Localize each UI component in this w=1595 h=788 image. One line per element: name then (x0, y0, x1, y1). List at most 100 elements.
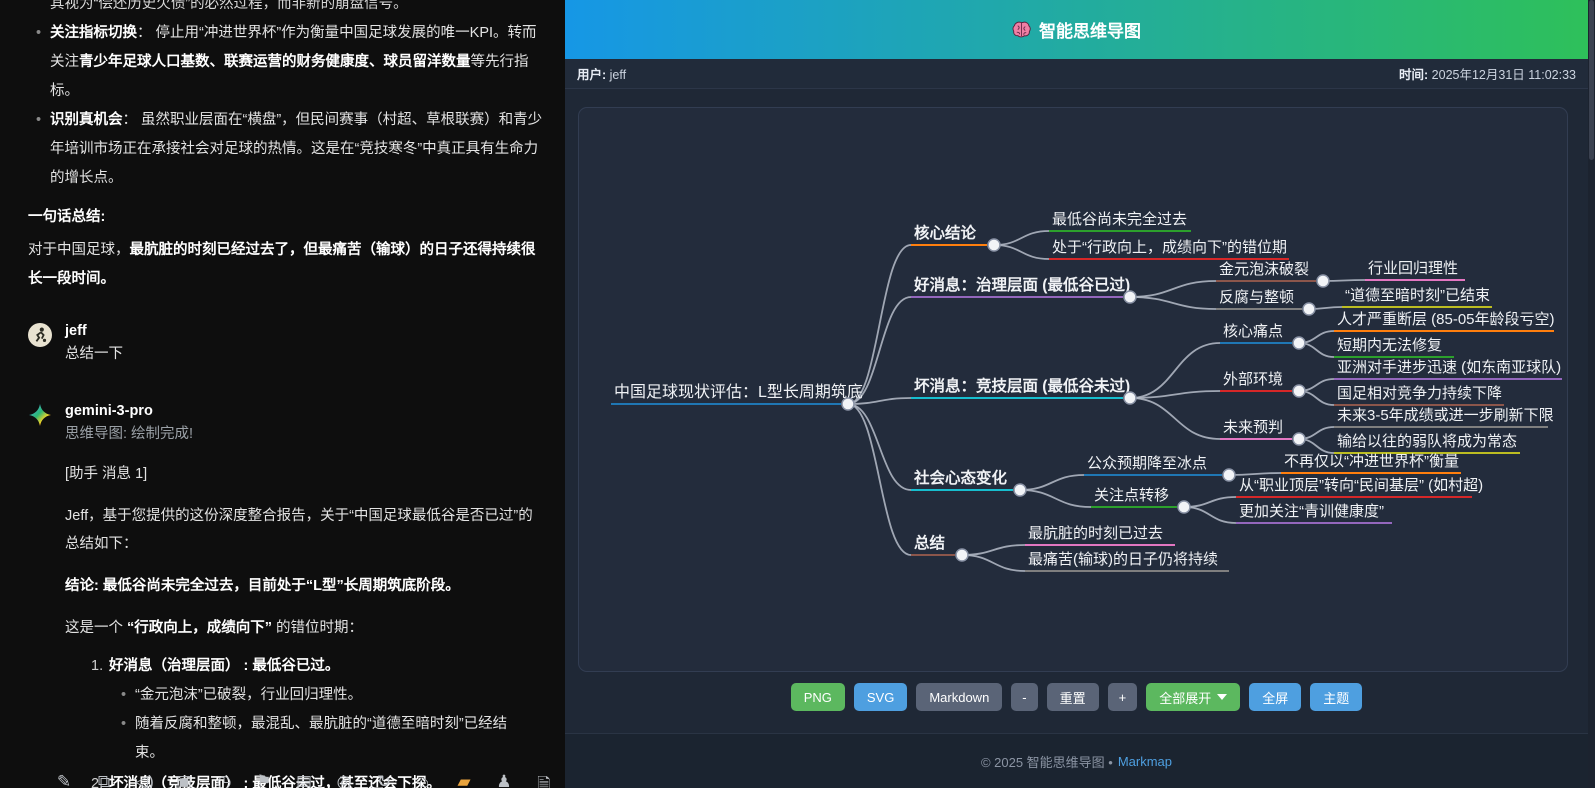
list-item: •随着反腐和整顿，最混乱、最肮脏的“道德至暗时刻”已经结束。 (109, 710, 535, 768)
image-icon[interactable]: ▣ (175, 772, 193, 788)
mindmap-node[interactable]: 总结 (911, 533, 968, 561)
mindmap-collapse-circle[interactable] (1124, 392, 1136, 404)
mindmap-node[interactable]: 最低谷尚未完全过去 (1049, 210, 1191, 231)
app-header: 智能思维导图 (565, 0, 1588, 59)
mindmap-link (848, 404, 911, 555)
mindmap-collapse-circle[interactable] (988, 239, 1000, 251)
zoom-out-button[interactable]: - (1011, 683, 1037, 711)
refresh-icon[interactable]: ↻ (375, 772, 393, 788)
mindmap-node[interactable]: 短期内无法修复 (1334, 336, 1454, 357)
mindmap-node[interactable]: 亚洲对手进步迅速 (如东南亚球队) (1334, 359, 1562, 379)
mindmap-collapse-circle[interactable] (1014, 484, 1026, 496)
fullscreen-button[interactable]: 全屏 (1249, 683, 1301, 711)
clock-icon[interactable]: ◷ (215, 772, 233, 788)
mindmap-collapse-circle[interactable] (1293, 433, 1305, 445)
mindmap-node-label[interactable]: 更加关注“青训健康度” (1239, 503, 1384, 520)
mindmap-node-label[interactable]: 社会心态变化 (913, 468, 1008, 487)
mindmap-node[interactable]: 最痛苦(输球)的日子仍将持续 (1025, 551, 1229, 571)
mindmap-node[interactable]: 最肮脏的时刻已过去 (1025, 525, 1175, 545)
mindmap-node-label[interactable]: 最肮脏的时刻已过去 (1028, 525, 1163, 542)
mindmap-node[interactable]: 坏消息：竞技层面 (最低谷未过) (911, 376, 1136, 404)
mindmap-node[interactable]: 核心结论 (911, 223, 1000, 251)
mindmap-node[interactable]: 未来预判 (1220, 419, 1305, 445)
mindmap-node[interactable]: 处于“行政向上，成绩向下”的错位期 (1049, 239, 1289, 259)
export-png-button[interactable]: PNG (791, 683, 845, 711)
mindmap-node-label[interactable]: 亚洲对手进步迅速 (如东南亚球队) (1337, 359, 1561, 376)
mindmap-collapse-circle[interactable] (1303, 303, 1315, 315)
mindmap-node[interactable]: 反腐与整顿 (1216, 288, 1315, 315)
mindmap-node-label[interactable]: 输给以往的弱队将成为常态 (1337, 433, 1517, 450)
mindmap-collapse-circle[interactable] (1293, 385, 1305, 397)
mindmap-canvas[interactable]: 中国足球现状评估：L型长周期筑底 核心结论好消息：治理层面 (最低谷已过) 坏消息：… (578, 107, 1568, 672)
mindmap-collapse-circle[interactable] (842, 398, 854, 410)
mindmap-node[interactable]: 未来3-5年成绩或进一步刷新下限 (1334, 407, 1554, 427)
scrollbar-thumb[interactable] (1589, 0, 1594, 160)
speaker-icon[interactable]: ◁) (135, 772, 153, 788)
mindmap-collapse-circle[interactable] (1293, 337, 1305, 349)
mindmap-node[interactable]: 社会心态变化 (911, 468, 1026, 496)
mindmap-node-label[interactable]: 未来预判 (1223, 419, 1283, 436)
mindmap-node[interactable]: 中国足球现状评估：L型长周期筑底 (611, 383, 863, 410)
mindmap-collapse-circle[interactable] (1223, 469, 1235, 481)
mindmap-node[interactable]: 好消息：治理层面 (最低谷已过) (911, 275, 1136, 303)
mindmap-node-label[interactable]: 最痛苦(输球)的日子仍将持续 (1028, 551, 1218, 568)
mindmap-node-label[interactable]: 好消息：治理层面 (最低谷已过) (913, 275, 1130, 294)
mindmap-node-label[interactable]: 金元泡沫破裂 (1219, 261, 1309, 278)
save-icon[interactable]: ▤ (295, 772, 313, 788)
mindmap-node-label[interactable]: 行业回归理性 (1368, 260, 1458, 277)
mindmap-node[interactable]: 国足相对竞争力持续下降 (1334, 384, 1504, 405)
page-scrollbar[interactable] (1588, 0, 1595, 788)
mindmap-node-label[interactable]: 最低谷尚未完全过去 (1052, 210, 1187, 228)
mindmap-node-label[interactable]: 公众预期降至冰点 (1087, 455, 1207, 472)
user-avatar[interactable] (28, 323, 52, 347)
markmap-link[interactable]: Markmap (1118, 754, 1172, 769)
mindmap-node-label[interactable]: 核心结论 (914, 223, 977, 242)
zoom-in-button[interactable]: + (1108, 683, 1138, 711)
mindmap-node-label[interactable]: 不再仅以“冲进世界杯”衡量 (1284, 453, 1459, 470)
mindmap-node-label[interactable]: 反腐与整顿 (1219, 288, 1294, 306)
mindmap-node[interactable]: 人才严重断层 (85-05年龄段亏空) (1334, 311, 1555, 331)
mindmap-node-label[interactable]: 坏消息：竞技层面 (最低谷未过) (914, 376, 1130, 395)
mindmap-node[interactable]: 公众预期降至冰点 (1084, 455, 1235, 481)
mindmap-node[interactable]: 输给以往的弱队将成为常态 (1334, 433, 1520, 453)
mindmap-node-label[interactable]: 未来3-5年成绩或进一步刷新下限 (1337, 407, 1554, 424)
mindmap-node[interactable]: 金元泡沫破裂 (1216, 261, 1329, 287)
mindmap-node[interactable]: 关注点转移 (1091, 487, 1190, 513)
mindmap-node-label[interactable]: 总结 (914, 533, 945, 552)
assistant-name: gemini-3-pro (65, 400, 535, 422)
school-icon[interactable]: ⌂ (415, 772, 433, 788)
flag-icon[interactable]: ⚑ (255, 772, 273, 788)
mindmap-collapse-circle[interactable] (956, 549, 968, 561)
mindmap-node-label[interactable]: 外部环境 (1223, 370, 1283, 388)
expand-all-button[interactable]: 全部展开 (1146, 683, 1240, 711)
mindmap-node-label[interactable]: 核心痛点 (1223, 323, 1283, 340)
file-icon[interactable]: 🗎 (535, 772, 553, 788)
theme-button[interactable]: 主题 (1310, 683, 1362, 711)
mindmap-collapse-circle[interactable] (1124, 291, 1136, 303)
mindmap-node-label[interactable]: 中国足球现状评估：L型长周期筑底 (614, 383, 863, 401)
mindmap-node-label[interactable]: 处于“行政向上，成绩向下”的错位期 (1052, 239, 1287, 256)
mindmap-collapse-circle[interactable] (1317, 275, 1329, 287)
mindmap-node-label[interactable]: 从“职业顶层”转向“民间基层” (如村超) (1239, 477, 1483, 494)
info-icon[interactable]: ◎ (335, 772, 353, 788)
mindmap-node[interactable]: “道德至暗时刻”已结束 (1342, 286, 1492, 307)
edit-icon[interactable]: ✎ (55, 772, 73, 788)
mindmap-collapse-circle[interactable] (1178, 501, 1190, 513)
mindmap-node-label[interactable]: 人才严重断层 (85-05年龄段亏空) (1337, 311, 1555, 328)
mindmap-node[interactable]: 行业回归理性 (1365, 260, 1465, 280)
export-svg-button[interactable]: SVG (854, 683, 907, 711)
person-icon[interactable]: ♟ (495, 772, 513, 788)
mindmap-node[interactable]: 核心痛点 (1220, 323, 1305, 349)
mindmap-node-label[interactable]: 短期内无法修复 (1337, 336, 1442, 354)
mindmap-node[interactable]: 更加关注“青训健康度” (1236, 503, 1392, 523)
mindmap-node[interactable]: 从“职业顶层”转向“民间基层” (如村超) (1236, 477, 1483, 497)
copy-icon[interactable]: ⧉ (95, 772, 113, 788)
export-markdown-button[interactable]: Markdown (916, 683, 1002, 711)
mindmap-node[interactable]: 外部环境 (1220, 370, 1305, 397)
reset-view-button[interactable]: 重置 (1047, 683, 1099, 711)
mindmap-node-label[interactable]: 关注点转移 (1094, 487, 1169, 504)
mindmap-node-label[interactable]: “道德至暗时刻”已结束 (1345, 286, 1490, 304)
mindmap-node[interactable]: 不再仅以“冲进世界杯”衡量 (1281, 453, 1461, 473)
folder-icon[interactable]: ▰ (455, 772, 473, 788)
mindmap-node-label[interactable]: 国足相对竞争力持续下降 (1337, 384, 1502, 402)
